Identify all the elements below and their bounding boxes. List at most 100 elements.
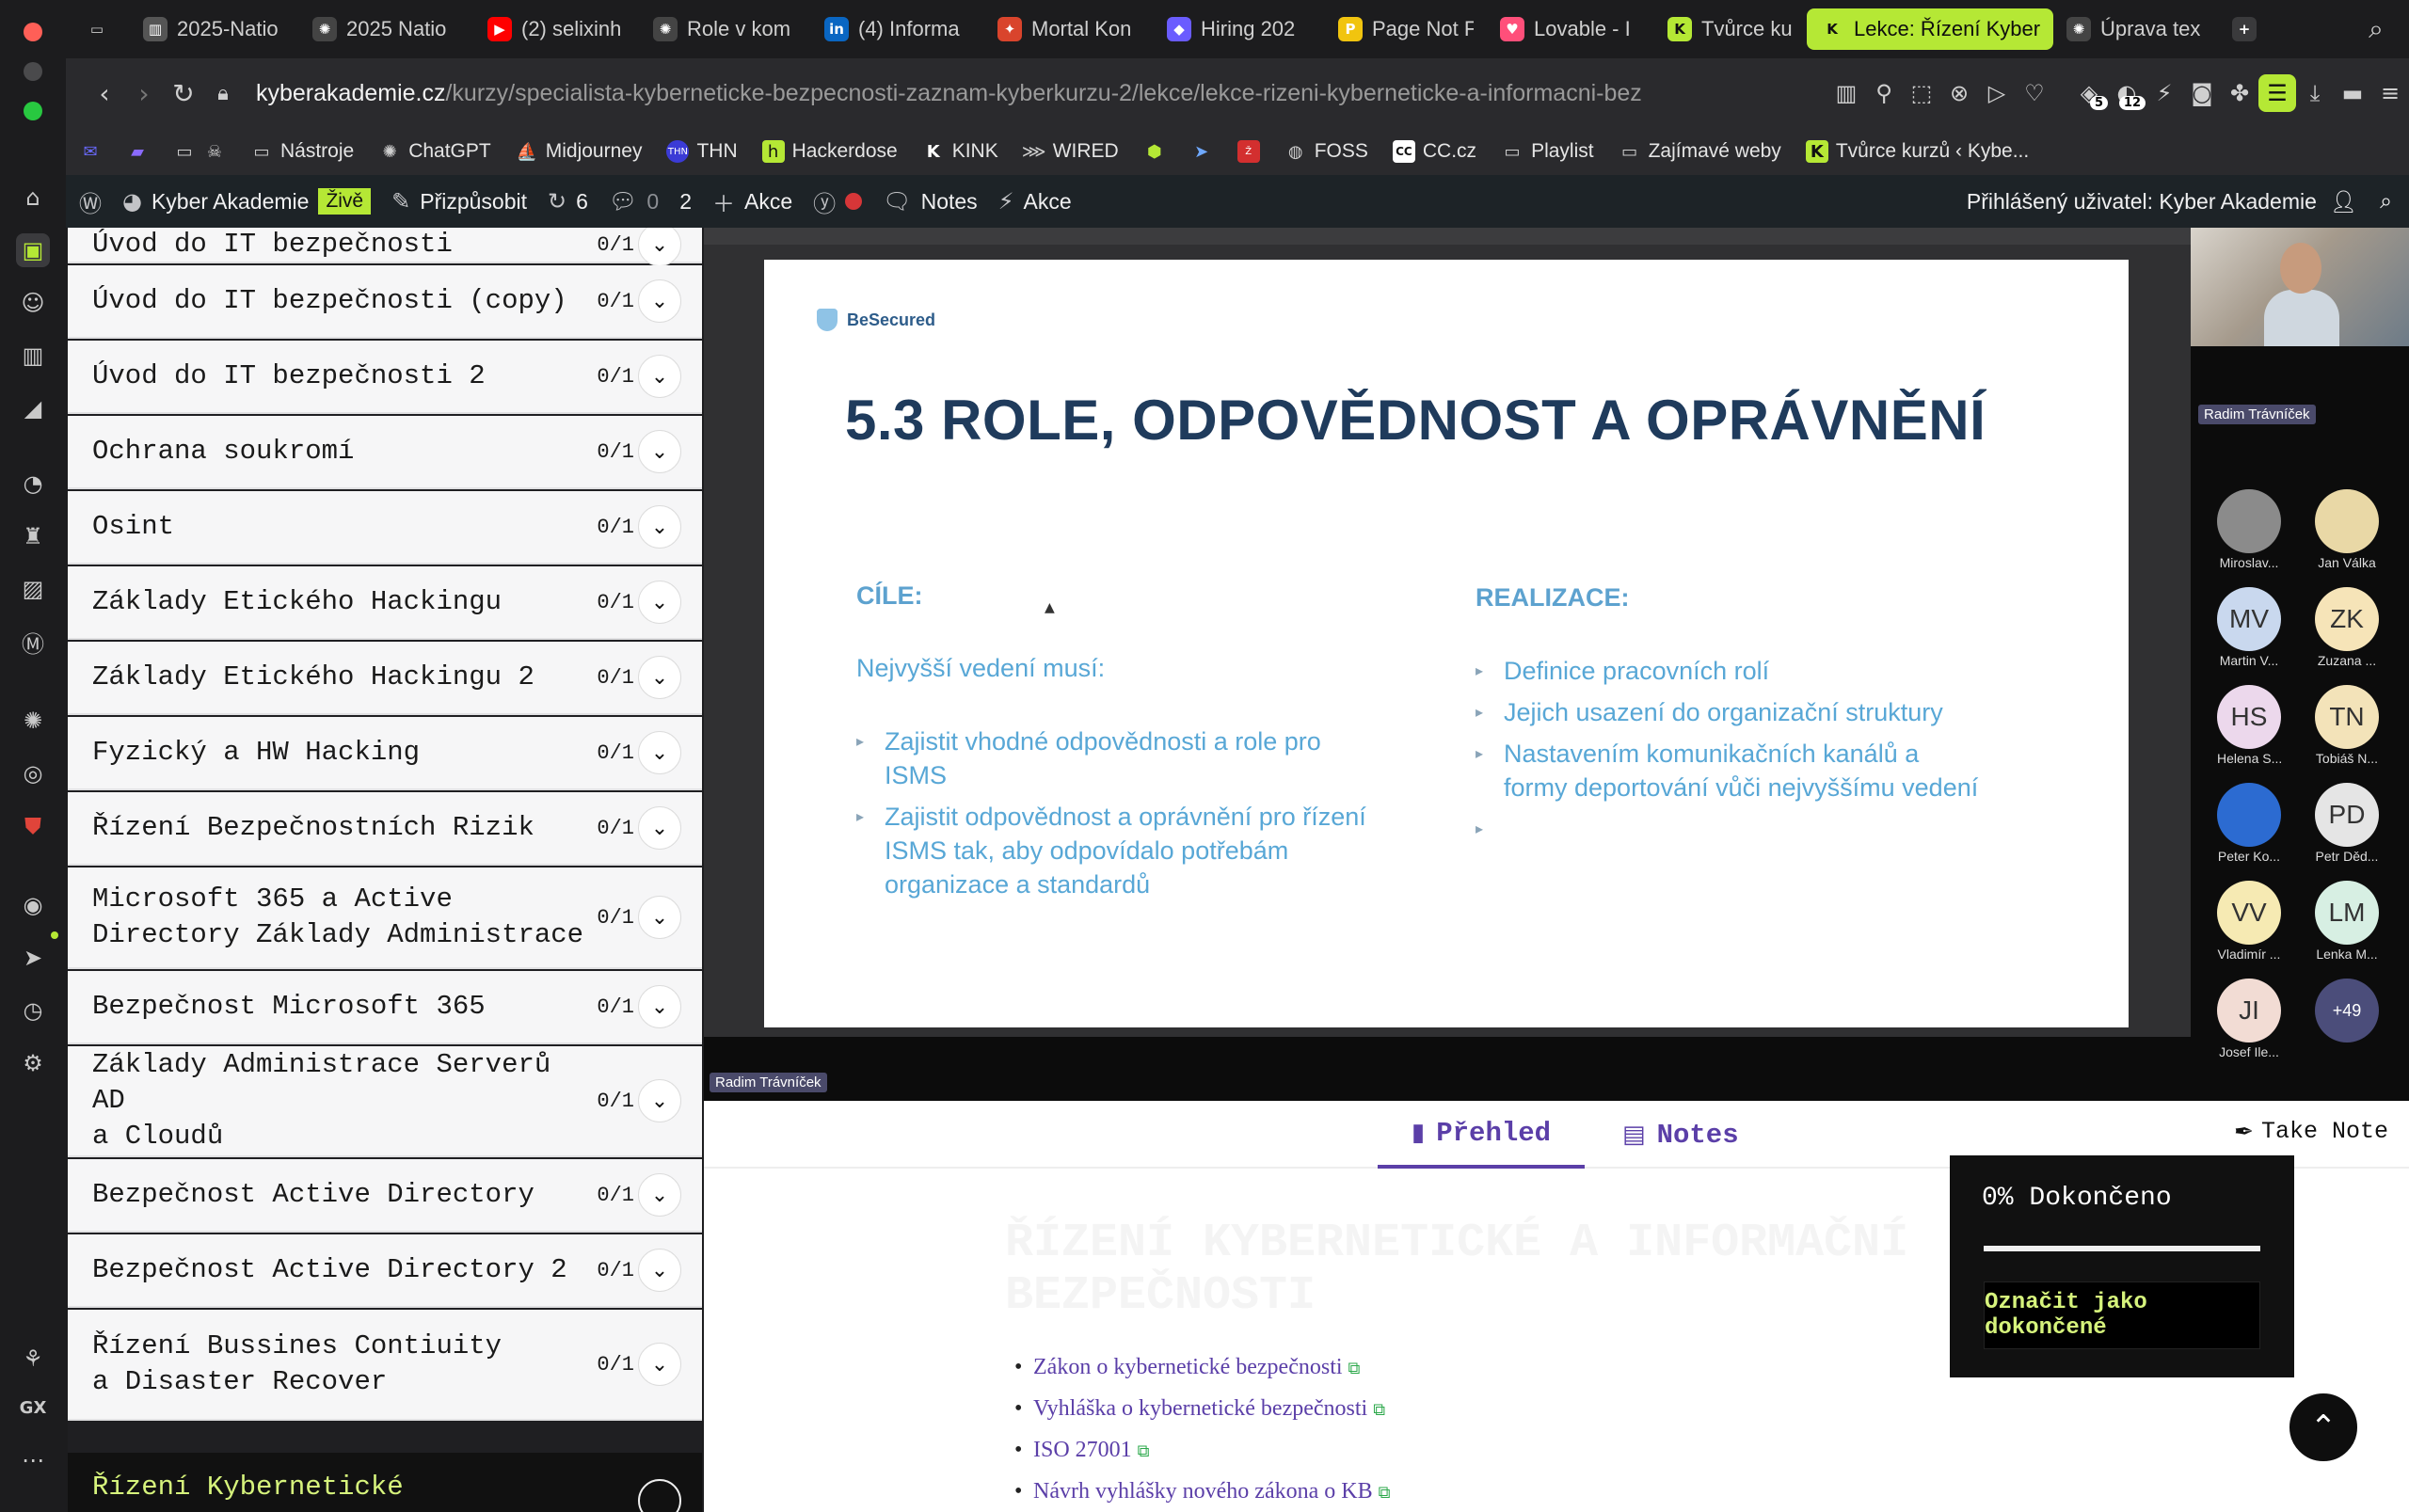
chevron-down-icon[interactable]: ⌄ — [638, 806, 681, 850]
participant-tile[interactable]: Jan Válka — [2315, 489, 2379, 570]
crypto-wallet-icon[interactable]: ◢ — [16, 391, 50, 425]
url-field[interactable]: kyberakademie.cz/kurzy/specialista-kyber… — [256, 80, 1827, 107]
participant-tile[interactable]: ZK Zuzana ... — [2315, 587, 2379, 668]
chevron-down-icon[interactable] — [638, 1479, 681, 1512]
wp-notes[interactable]: 🗨︎ Notes — [883, 188, 978, 215]
more-icon[interactable]: ⋯ — [16, 1443, 50, 1477]
bookmark-midjourney[interactable]: ⛵ Midjourney — [516, 140, 643, 163]
lesson-item[interactable]: Řízení Bezpečnostních Rizik 0/1 ⌄ — [68, 792, 702, 866]
bookmark-kink[interactable]: K KINK — [922, 140, 998, 163]
back-button[interactable]: ‹ — [85, 73, 124, 113]
tab-manager-icon[interactable]: ▭ — [85, 8, 130, 50]
flow-icon[interactable]: ♜ — [16, 519, 50, 553]
chevron-down-icon[interactable]: ⌄ — [638, 279, 681, 323]
tab-item[interactable]: ▶ (2) selixinh — [474, 8, 640, 50]
tab-item[interactable]: ♥ Lovable - I — [1487, 8, 1654, 50]
participant-tile[interactable]: VV Vladimír ... — [2217, 881, 2281, 962]
chevron-down-icon[interactable]: ⌄ — [638, 228, 681, 266]
split-view-icon[interactable]: ▥ — [1827, 74, 1865, 112]
mark-complete-button[interactable]: Označit jako dokončené — [1984, 1281, 2260, 1349]
lesson-item[interactable]: Bezpečnost Active Directory 0/1 ⌄ — [68, 1159, 702, 1233]
easy-setup-icon[interactable]: ☰ — [2258, 74, 2296, 112]
wp-customize[interactable]: ✎ Přizpůsobit — [391, 188, 527, 215]
more-participants-button[interactable]: +49 — [2315, 979, 2379, 1042]
wp-yoast[interactable]: ⓨ — [813, 185, 863, 218]
vpn-shield-icon[interactable]: ⛊ — [16, 809, 50, 843]
reload-button[interactable]: ↻ — [164, 73, 203, 113]
participant-tile[interactable]: JI Josef Ile... — [2217, 979, 2281, 1059]
participant-tile[interactable]: HS Helena S... — [2217, 685, 2281, 766]
home-icon[interactable]: ⌂ — [16, 181, 50, 215]
tab-item[interactable]: ✺ 2025 Natio — [299, 8, 474, 50]
participant-tile[interactable]: LM Lenka M... — [2315, 881, 2379, 962]
chevron-down-icon[interactable]: ⌄ — [638, 355, 681, 398]
download-icon[interactable]: ⤓ — [2296, 74, 2334, 112]
wp-site-link[interactable]: ◕ Kyber Akademie Živě — [122, 188, 372, 215]
history-icon[interactable]: ◷ — [16, 994, 50, 1027]
tab-item[interactable]: in (4) Informa — [811, 8, 984, 50]
spotify-icon[interactable]: ◉ — [16, 888, 50, 922]
bookmark-cube[interactable]: ⬢ — [1143, 140, 1166, 163]
chevron-down-icon[interactable]: ⌄ — [638, 731, 681, 774]
menu-icon[interactable]: ≡ — [2371, 74, 2409, 112]
extension-openai-icon[interactable]: ◙ — [2183, 74, 2221, 112]
extension-notify-icon[interactable]: ◐ 12 — [2108, 74, 2146, 112]
lesson-item[interactable]: Ochrana soukromí 0/1 ⌄ — [68, 416, 702, 489]
wp-comments[interactable]: 💬︎ 0 — [609, 188, 659, 215]
lesson-item[interactable]: Řízení Bussines Contiuity a Disaster Rec… — [68, 1310, 702, 1421]
participant-tile[interactable]: TN Tobiáš N... — [2315, 685, 2379, 766]
wp-updates[interactable]: ↻ 6 — [548, 188, 588, 215]
workspaces-icon[interactable]: ▣ — [16, 233, 50, 267]
tab-item[interactable]: P Page Not F — [1325, 8, 1487, 50]
lesson-item[interactable]: Úvod do IT bezpečnosti (copy) 0/1 ⌄ — [68, 265, 702, 339]
gx-icon[interactable]: GX — [16, 1391, 50, 1424]
lesson-item[interactable]: Úvod do IT bezpečnosti 0/1 ⌄ — [68, 228, 702, 266]
lesson-item[interactable]: Základy Etického Hackingu 2 0/1 ⌄ — [68, 642, 702, 715]
search-icon[interactable]: ⌕ — [2380, 189, 2392, 214]
tab-item[interactable]: K Lekce: Řízení Kyber — [1807, 8, 2053, 50]
participant-tile[interactable]: Miroslav... — [2217, 489, 2281, 570]
wp-counter[interactable]: 2 — [679, 189, 692, 215]
gx-corner-icon[interactable]: ▨ — [16, 572, 50, 606]
chevron-down-icon[interactable]: ⌄ — [638, 505, 681, 549]
settings-icon[interactable]: ⚙ — [16, 1046, 50, 1080]
extension-badge-icon[interactable]: ◈ 5 — [2070, 74, 2108, 112]
snapshot-icon[interactable]: ⬚ — [1903, 74, 1940, 112]
zoom-window-button[interactable] — [24, 102, 42, 120]
tab-item[interactable]: ✺ Úprava tex — [2053, 8, 2219, 50]
chevron-down-icon[interactable]: ⌄ — [638, 656, 681, 699]
resource-link[interactable]: Vyhláška o kybernetické bezpečnosti⧉ — [1014, 1389, 1390, 1430]
tab-item[interactable]: ✺ Role v kom — [640, 8, 811, 50]
participant-tile[interactable]: MV Martin V... — [2217, 587, 2281, 668]
chevron-down-icon[interactable]: ⌄ — [638, 581, 681, 624]
reading-list-icon[interactable]: ▥ — [16, 339, 50, 373]
tab-notes[interactable]: ▤ Notes — [1622, 1101, 1792, 1169]
resource-link[interactable]: Zákon o kybernetické bezpečnosti ⧉ — [1014, 1347, 1390, 1389]
chevron-down-icon[interactable]: ⌄ — [638, 1249, 681, 1292]
tab-item[interactable]: K Tvůrce kur — [1654, 8, 1807, 50]
bookmark-zive[interactable]: Ž — [1236, 140, 1260, 163]
take-note-button[interactable]: ✒ Take Note — [2234, 1118, 2388, 1145]
battery-saver-icon[interactable]: ▬ — [2334, 74, 2371, 112]
bookmark-folder-1[interactable]: ▰ — [126, 140, 149, 163]
new-tab-button[interactable]: + — [2219, 8, 2260, 50]
adblock-icon[interactable]: ⊗ — [1940, 74, 1978, 112]
chevron-down-icon[interactable]: ⌄ — [638, 896, 681, 939]
bookmark-arrow[interactable]: ➤ — [1190, 140, 1213, 163]
favorite-icon[interactable]: ♡ — [2016, 74, 2053, 112]
video-player[interactable]: BeSecured 5.3 ROLE, ODPOVĚDNOST A OPRÁVN… — [704, 228, 2409, 1101]
participant-tile[interactable]: PD Petr Děd... — [2315, 783, 2379, 864]
speaker-camera[interactable] — [2191, 228, 2409, 346]
bookmark-gmail[interactable]: ✉ — [79, 140, 102, 163]
lesson-item[interactable]: Bezpečnost Active Directory 2 0/1 ⌄ — [68, 1234, 702, 1308]
tab-item[interactable]: ▥ 2025-Natio — [130, 8, 299, 50]
lesson-item[interactable]: Microsoft 365 a Active Directory Základy… — [68, 867, 702, 969]
bookmark-folder-2[interactable]: ▭ ☠ — [173, 140, 226, 163]
close-window-button[interactable] — [24, 23, 42, 41]
player-icon[interactable]: ▷ — [1978, 74, 2016, 112]
lesson-item[interactable]: Úvod do IT bezpečnosti 2 0/1 ⌄ — [68, 341, 702, 414]
wp-actions[interactable]: ⚡ Akce — [998, 188, 1072, 215]
lesson-item[interactable]: Řízení Kybernetické — [68, 1453, 702, 1512]
bookmark-thn[interactable]: THN THN — [666, 140, 738, 163]
ai-assistant-icon[interactable]: ☺ — [16, 286, 50, 320]
